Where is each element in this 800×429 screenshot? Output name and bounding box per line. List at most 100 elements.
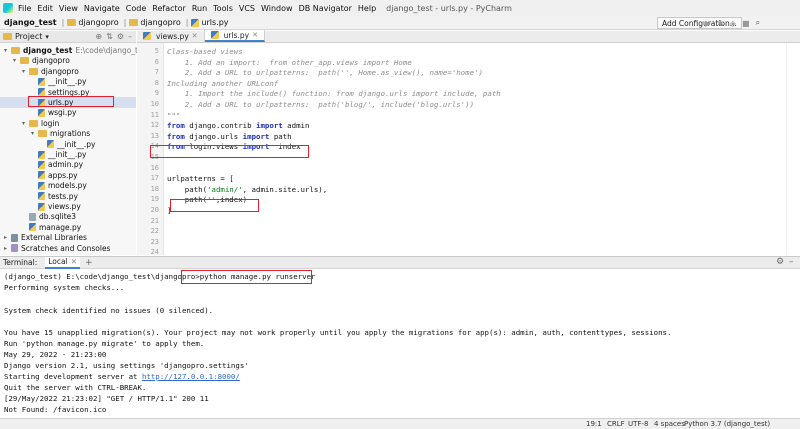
menu-file[interactable]: File xyxy=(18,4,31,13)
tree-item-label: __init__.py xyxy=(48,150,87,159)
python-interpreter[interactable]: Python 3.7 (django_test) xyxy=(684,420,770,428)
tree-item[interactable]: ▾ django_test E:\code\django_test xyxy=(4,45,149,56)
breadcrumb-root[interactable]: django_test xyxy=(4,18,57,27)
line-number: 16 xyxy=(150,163,159,172)
python-file-icon xyxy=(38,77,45,86)
menu-help[interactable]: Help xyxy=(358,4,376,13)
tree-item[interactable]: ▸ External Libraries xyxy=(4,232,87,243)
menu-refactor[interactable]: Refactor xyxy=(152,4,186,13)
chevron-down-icon[interactable]: ▾ xyxy=(13,57,20,64)
tree-item[interactable]: tests.py xyxy=(31,191,78,202)
tree-item-label: djangopro xyxy=(32,56,70,66)
code-line: 1. Import the include() function: from d… xyxy=(167,89,501,99)
debug-icon[interactable]: ✱ xyxy=(717,19,724,28)
menu-edit[interactable]: Edit xyxy=(37,4,53,13)
menu-window[interactable]: Window xyxy=(261,4,293,13)
chevron-down-icon[interactable]: ▾ xyxy=(22,120,29,127)
tree-item[interactable]: models.py xyxy=(31,180,87,191)
close-icon[interactable]: ✕ xyxy=(192,32,198,40)
chevron-down-icon[interactable]: ▾ xyxy=(31,130,38,137)
chevron-down-icon[interactable]: ▾ xyxy=(45,33,49,41)
tree-item[interactable]: __init__.py xyxy=(31,149,86,160)
line-number: 22 xyxy=(150,227,159,236)
line-separator[interactable]: CRLF xyxy=(607,420,625,428)
menu-db-navigator[interactable]: DB Navigator xyxy=(299,4,352,13)
locate-icon[interactable]: ⊕ xyxy=(95,32,102,41)
tree-item-label: __init__.py xyxy=(48,77,87,87)
tree-item-label: admin.py xyxy=(48,160,84,170)
highlight-path-line xyxy=(170,199,259,212)
search-icon[interactable]: ⌕ xyxy=(756,18,760,28)
collapse-icon[interactable]: ⇅ xyxy=(106,32,113,41)
file-encoding[interactable]: UTF-8 xyxy=(628,420,648,428)
close-icon[interactable]: ✕ xyxy=(252,31,258,39)
code-line: 2. Add a URL to urlpatterns: path('', Ho… xyxy=(167,68,483,78)
tree-item[interactable]: __init__.py xyxy=(40,139,95,150)
tree-item[interactable]: db.sqlite3 xyxy=(22,211,76,222)
tree-item[interactable]: manage.py xyxy=(22,222,81,233)
project-panel-title[interactable]: Project xyxy=(15,32,42,41)
cursor-position[interactable]: 19:1 xyxy=(586,420,602,428)
menu-run[interactable]: Run xyxy=(192,4,207,13)
tree-item-label: External Libraries xyxy=(21,233,87,243)
terminal-tab-local[interactable]: Local ✕ xyxy=(45,256,80,269)
tab-views-py[interactable]: views.py ✕ xyxy=(137,30,205,42)
tree-item[interactable]: admin.py xyxy=(31,159,83,170)
chevron-down-icon[interactable]: ▾ xyxy=(4,47,11,54)
breadcrumb-subfolder[interactable]: djangopro xyxy=(140,18,180,27)
gear-icon[interactable]: ⚙ xyxy=(776,257,784,267)
breadcrumb-separator: | xyxy=(185,18,189,27)
highlight-urls-py xyxy=(28,96,114,107)
tree-item[interactable]: apps.py xyxy=(31,170,78,181)
line-number: 9 xyxy=(154,89,159,98)
tree-item[interactable]: ▾ migrations xyxy=(31,128,90,139)
breadcrumb-folder[interactable]: djangopro xyxy=(78,18,118,27)
close-icon[interactable]: ✕ xyxy=(71,257,77,266)
navigation-bar: django_test | djangopro | djangopro | ur… xyxy=(0,16,800,30)
chevron-down-icon[interactable]: ▾ xyxy=(22,68,29,75)
editor-tabs: views.py ✕ urls.py ✕ xyxy=(137,30,800,43)
menu-navigate[interactable]: Navigate xyxy=(84,4,120,13)
server-url-link[interactable]: http://127.0.0.1:8000/ xyxy=(142,372,240,381)
python-file-icon xyxy=(38,192,45,201)
new-terminal-icon[interactable]: + xyxy=(85,258,93,268)
terminal-line: Performing system checks... xyxy=(4,283,125,292)
tree-item[interactable]: ▾ djangopro xyxy=(13,55,70,66)
coverage-icon[interactable]: ◈ xyxy=(730,19,736,28)
chevron-right-icon[interactable]: ▸ xyxy=(4,245,11,252)
highlight-runserver-command xyxy=(181,270,312,284)
menu-code[interactable]: Code xyxy=(126,4,146,13)
code-line: path('admin/', admin.site.urls), xyxy=(167,184,328,194)
code-line: Class-based views xyxy=(167,47,243,56)
pycharm-logo-icon xyxy=(3,3,13,13)
tree-item[interactable]: wsgi.py xyxy=(31,107,76,118)
tree-item-label: views.py xyxy=(48,202,81,211)
tree-item-label: models.py xyxy=(48,181,87,191)
tree-item[interactable]: __init__.py xyxy=(31,76,86,87)
highlight-import-line xyxy=(150,145,309,158)
tree-item[interactable]: ▾ djangopro xyxy=(22,66,79,77)
chevron-right-icon[interactable]: ▸ xyxy=(4,234,11,241)
tree-item[interactable]: views.py xyxy=(31,201,81,212)
library-icon xyxy=(11,233,18,242)
indent-setting[interactable]: 4 spaces xyxy=(654,420,685,428)
hide-icon[interactable]: – xyxy=(128,32,132,41)
stop-icon[interactable]: ■ xyxy=(742,19,750,28)
editor-scrollbar[interactable] xyxy=(786,43,800,255)
run-icon[interactable]: ▶ xyxy=(705,19,711,28)
breadcrumb-file[interactable]: urls.py xyxy=(201,18,228,27)
tree-item-label: login xyxy=(41,118,60,128)
menu-view[interactable]: View xyxy=(59,4,78,13)
python-file-icon xyxy=(38,202,45,211)
menu-vcs[interactable]: VCS xyxy=(239,4,255,13)
tree-item[interactable]: ▸ Scratches and Consoles xyxy=(4,243,110,254)
menu-tools[interactable]: Tools xyxy=(213,4,233,13)
terminal-output[interactable]: (django_test) E:\code\django_test\django… xyxy=(0,269,800,418)
tree-item[interactable]: ▾ login xyxy=(22,118,59,129)
tree-item-label: django_test xyxy=(23,46,73,55)
python-file-icon xyxy=(38,181,45,190)
gear-icon[interactable]: ⚙ xyxy=(117,32,124,41)
tab-urls-py[interactable]: urls.py ✕ xyxy=(204,30,265,42)
hide-icon[interactable]: – xyxy=(789,257,794,267)
tree-item-label: djangopro xyxy=(41,66,79,76)
